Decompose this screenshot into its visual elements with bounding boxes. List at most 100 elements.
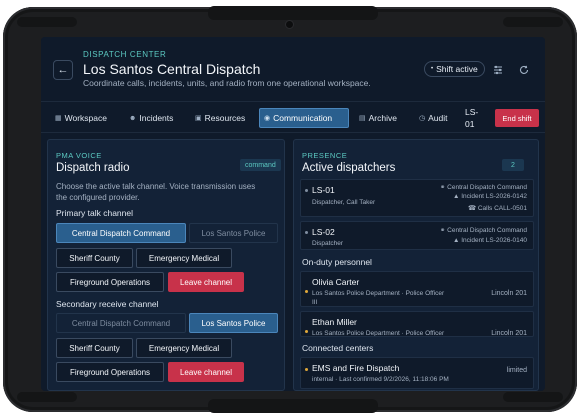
secondary-channel-sheriff-county[interactable]: Sheriff County: [56, 338, 133, 358]
dispatcher-calls: ☎ Calls CALL-0501: [468, 204, 527, 212]
center-row[interactable]: EMS and Fire Dispatch internal · Last co…: [300, 357, 534, 389]
tab-label: Resources: [204, 113, 246, 123]
tab-incidents[interactable]: ☻ Incidents: [125, 108, 177, 128]
archive-icon: ▤: [359, 115, 366, 122]
primary-channel-emergency-medical[interactable]: Emergency Medical: [136, 248, 232, 268]
tab-label: Audit: [428, 113, 448, 123]
app-header: ← DISPATCH CENTER Los Santos Central Dis…: [41, 37, 545, 99]
secondary-leave-channel-button[interactable]: Leave channel: [168, 362, 244, 382]
shift-status-label: Shift active: [436, 64, 478, 74]
status-dot-icon: •: [431, 66, 434, 72]
dispatch-radio-panel: PMA VOICE Dispatch radio command Choose …: [47, 139, 285, 391]
channel-name: Central Dispatch Command: [447, 184, 527, 191]
incident-id: Incident LS-2026-0142: [461, 193, 527, 200]
header-eyebrow: DISPATCH CENTER: [83, 50, 167, 59]
dispatcher-row[interactable]: LS-02 Dispatcher ⚭ Central Dispatch Comm…: [300, 221, 534, 250]
main-tabs: ▦ Workspace ☻ Incidents ▣ Resources ◉ Co…: [41, 101, 545, 133]
tab-resources[interactable]: ▣ Resources: [191, 108, 249, 128]
secondary-channel-central-dispatch[interactable]: Central Dispatch Command: [56, 313, 186, 333]
tablet-frame: ← DISPATCH CENTER Los Santos Central Dis…: [3, 6, 577, 413]
arrow-left-icon: ←: [57, 64, 69, 76]
status-dot-icon: [305, 290, 308, 293]
call-id: Calls CALL-0501: [477, 205, 527, 212]
frame-bumper: [17, 392, 77, 402]
tab-label: Incidents: [139, 113, 174, 123]
camera-icon: [285, 20, 294, 29]
on-duty-label: On-duty personnel: [302, 257, 372, 267]
radio-icon: ◉: [264, 115, 271, 122]
frame-bumper: [208, 6, 378, 20]
personnel-department: Los Santos Police Department · Police Of…: [312, 330, 445, 337]
status-dot-icon: [305, 189, 308, 192]
refresh-icon[interactable]: [517, 63, 531, 77]
dispatcher-channel: ⚭ Central Dispatch Command: [440, 226, 527, 234]
incident-icon: ▲: [452, 237, 460, 244]
primary-leave-channel-button[interactable]: Leave channel: [168, 272, 244, 292]
personnel-unit: Lincoln 201: [491, 330, 527, 337]
page-title: Los Santos Central Dispatch: [83, 61, 261, 77]
back-button[interactable]: ←: [53, 60, 73, 80]
status-dot-icon: [305, 231, 308, 234]
secondary-channel-fireground-operations[interactable]: Fireground Operations: [56, 362, 164, 382]
role-badge: command: [240, 159, 281, 171]
dispatcher-role: Dispatcher, Call Taker: [312, 199, 376, 206]
personnel-name: Ethan Miller: [312, 317, 357, 327]
secondary-channel-emergency-medical[interactable]: Emergency Medical: [136, 338, 232, 358]
tab-workspace[interactable]: ▦ Workspace: [51, 108, 111, 128]
incident-id: Incident LS-2026-0140: [461, 237, 527, 244]
primary-channel-los-santos-police[interactable]: Los Santos Police: [189, 223, 278, 243]
tab-label: Archive: [368, 113, 397, 123]
channel-name: Central Dispatch Command: [447, 227, 527, 234]
dispatcher-id: LS-02: [312, 227, 335, 237]
shift-status-pill[interactable]: • Shift active: [424, 61, 485, 77]
phone-icon: ☎: [467, 205, 477, 212]
dispatcher-count-badge: 2: [502, 159, 524, 171]
center-status: limited: [506, 367, 527, 374]
panel-title: Dispatch radio: [56, 162, 130, 174]
frame-bumper: [503, 392, 563, 402]
screen: ← DISPATCH CENTER Los Santos Central Dis…: [41, 37, 545, 391]
radio-icon: ⚭: [439, 227, 446, 234]
tab-archive[interactable]: ▤ Archive: [355, 108, 401, 128]
status-dot-icon: [305, 368, 308, 371]
active-incident-id: LS- 01: [465, 106, 478, 130]
personnel-row[interactable]: Ethan Miller Los Santos Police Departmen…: [300, 311, 534, 337]
center-name: EMS and Fire Dispatch: [312, 363, 400, 373]
dispatcher-row[interactable]: LS-01 Dispatcher, Call Taker ⚭ Central D…: [300, 179, 534, 217]
sliders-icon[interactable]: [491, 63, 505, 77]
primary-channel-label: Primary talk channel: [56, 208, 134, 218]
incident-id-line1: LS-: [465, 107, 479, 117]
secondary-channel-los-santos-police[interactable]: Los Santos Police: [189, 313, 278, 333]
primary-channel-fireground-operations[interactable]: Fireground Operations: [56, 272, 164, 292]
dispatcher-id: LS-01: [312, 185, 335, 195]
dispatcher-incident: ▲ Incident LS-2026-0142: [453, 193, 527, 200]
panel-eyebrow: PMA VOICE: [56, 151, 102, 160]
incident-icon: ▲: [452, 193, 460, 200]
tab-label: Workspace: [64, 113, 107, 123]
tab-audit[interactable]: ◷ Audit: [415, 108, 451, 128]
presence-panel: PRESENCE Active dispatchers 2 LS-01 Disp…: [293, 139, 539, 391]
personnel-unit: Lincoln 201: [491, 290, 527, 297]
dispatcher-role: Dispatcher: [312, 240, 344, 247]
personnel-rank: III: [312, 299, 318, 306]
center-detail: internal · Last confirmed 9/2/2026, 11:1…: [312, 376, 449, 383]
dispatcher-channel: ⚭ Central Dispatch Command: [440, 183, 527, 191]
people-icon: ☻: [129, 114, 137, 122]
tab-communication[interactable]: ◉ Communication: [259, 108, 349, 128]
tab-label: Communication: [273, 113, 333, 123]
secondary-channel-label: Secondary receive channel: [56, 299, 159, 309]
personnel-row[interactable]: Olivia Carter Los Santos Police Departme…: [300, 271, 534, 307]
panel-eyebrow: PRESENCE: [302, 151, 348, 160]
primary-channel-sheriff-county[interactable]: Sheriff County: [56, 248, 133, 268]
primary-channel-central-dispatch[interactable]: Central Dispatch Command: [56, 223, 186, 243]
status-dot-icon: [305, 330, 308, 333]
end-shift-button[interactable]: End shift: [495, 109, 539, 127]
frame-bumper: [208, 399, 378, 413]
grid-icon: ▦: [55, 115, 62, 122]
panel-description: Choose the active talk channel. Voice tr…: [56, 182, 256, 202]
connected-centers-label: Connected centers: [302, 343, 374, 353]
frame-bumper: [503, 17, 563, 27]
personnel-department: Los Santos Police Department · Police Of…: [312, 290, 445, 297]
dispatcher-incident: ▲ Incident LS-2026-0140: [453, 237, 527, 244]
panel-title: Active dispatchers: [302, 162, 396, 174]
